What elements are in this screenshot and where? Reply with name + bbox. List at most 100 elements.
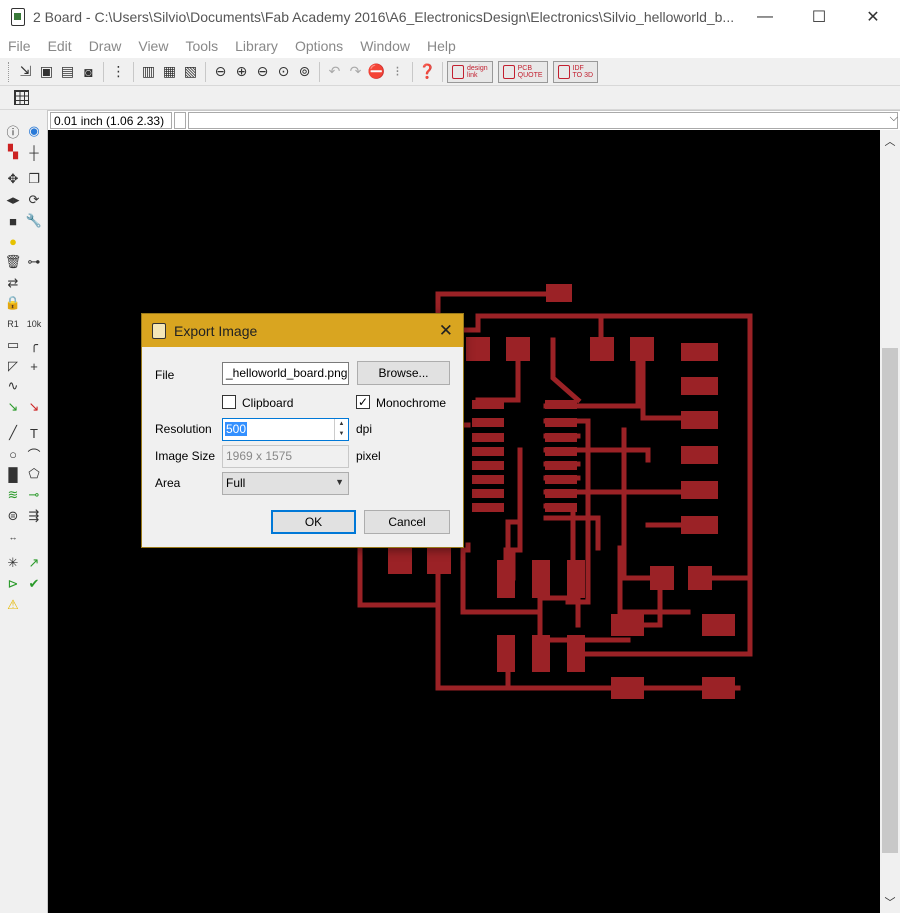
rect-icon[interactable]: █	[4, 465, 22, 483]
delete-icon[interactable]: 🗑	[4, 253, 22, 271]
menu-draw[interactable]: Draw	[81, 38, 131, 54]
mark-icon[interactable]: ┼	[25, 143, 43, 161]
ok-button[interactable]: OK	[271, 510, 356, 534]
pad	[466, 337, 490, 361]
change-icon[interactable]: 🔧	[25, 212, 43, 230]
area-select[interactable]: Full ▼	[222, 472, 349, 495]
arc-icon[interactable]: ⌒	[25, 445, 43, 463]
command-line-input[interactable]	[188, 112, 898, 129]
zoom-select-icon[interactable]: ⊚	[294, 61, 315, 82]
zoom-in-icon[interactable]: ⊕	[231, 61, 252, 82]
show-icon[interactable]: ◉	[25, 122, 43, 140]
meander-icon[interactable]: ∿	[4, 377, 22, 395]
script-icon[interactable]: ⋮	[108, 61, 129, 82]
go-icon[interactable]: ⁝	[387, 61, 408, 82]
optimize-icon[interactable]: +	[25, 357, 43, 375]
scroll-up-icon[interactable]: ︿	[880, 132, 900, 149]
dimension-icon[interactable]: ↔	[4, 528, 22, 546]
monochrome-checkbox[interactable]: ✓	[356, 395, 370, 409]
autorouter-icon[interactable]: ↗	[25, 554, 43, 572]
display-layers-icon[interactable]: ▚	[4, 143, 22, 161]
pad	[506, 337, 530, 361]
name-icon[interactable]: R1	[4, 315, 22, 333]
rotate-icon[interactable]: ⟳	[25, 191, 43, 209]
menu-file[interactable]: File	[0, 38, 40, 54]
smash-icon[interactable]: ▭	[4, 336, 22, 354]
dialog-title-bar[interactable]: Export Image ✕	[142, 314, 463, 347]
route-icon[interactable]: ↘	[4, 398, 22, 416]
board-switch-icon[interactable]: ▧	[180, 61, 201, 82]
print-icon[interactable]: ▤	[57, 61, 78, 82]
scrollbar-thumb[interactable]	[882, 348, 898, 853]
replace-icon[interactable]: ⇄	[4, 274, 22, 292]
menu-edit[interactable]: Edit	[40, 38, 81, 54]
resolution-unit: dpi	[356, 422, 373, 436]
text-icon[interactable]: T	[25, 424, 43, 442]
pad	[702, 677, 735, 699]
pad	[681, 377, 718, 395]
menu-tools[interactable]: Tools	[177, 38, 227, 54]
design-link-button[interactable]: design link	[447, 60, 493, 83]
toolbar-grip[interactable]	[8, 61, 11, 82]
resolution-spinbox[interactable]: 500 ▲ ▼	[222, 418, 349, 441]
value-icon[interactable]: 10k	[25, 315, 43, 333]
pad	[497, 635, 515, 672]
browse-button[interactable]: Browse...	[357, 361, 450, 385]
signal-icon[interactable]: ⊸	[25, 486, 43, 504]
open-icon[interactable]: ⇲	[15, 61, 36, 82]
close-button[interactable]: ✕	[846, 0, 900, 34]
redo-icon[interactable]: ↷	[345, 61, 366, 82]
add-icon[interactable]: ⊶	[25, 253, 43, 271]
menu-view[interactable]: View	[130, 38, 177, 54]
stop-icon[interactable]: ⛔	[366, 61, 387, 82]
maximize-button[interactable]: ☐	[792, 0, 846, 34]
circle-icon[interactable]: ○	[4, 445, 22, 463]
lock-icon[interactable]: 🔒	[4, 294, 22, 312]
paste-icon[interactable]: ●	[4, 232, 22, 250]
split-icon[interactable]: ◸	[4, 357, 22, 375]
idf-to-3d-button[interactable]: IDF TO 3D	[552, 60, 599, 83]
zoom-fit-icon[interactable]: ⊖	[210, 61, 231, 82]
ripup-icon[interactable]: ↘	[25, 398, 43, 416]
coordinate-mode-box[interactable]	[174, 112, 186, 129]
menu-library[interactable]: Library	[227, 38, 287, 54]
file-path-field[interactable]: _helloworld_board.png	[222, 362, 349, 385]
cancel-button[interactable]: Cancel	[364, 510, 450, 534]
hole-icon[interactable]: ⊜	[4, 507, 22, 525]
via-icon[interactable]: ≋	[4, 486, 22, 504]
wire-icon[interactable]: ╱	[4, 424, 22, 442]
undo-icon[interactable]: ↶	[324, 61, 345, 82]
zoom-redraw-icon[interactable]: ⊙	[273, 61, 294, 82]
chevron-down-icon[interactable]: ⌵	[890, 112, 898, 125]
cam-icon[interactable]: ◙	[78, 61, 99, 82]
spin-arrows-icon[interactable]: ▲ ▼	[334, 419, 348, 440]
minimize-button[interactable]: —	[738, 0, 792, 34]
scroll-down-icon[interactable]: ﹀	[880, 893, 900, 910]
schematic-switch-icon[interactable]: ▦	[159, 61, 180, 82]
erc-icon[interactable]: ✔	[25, 575, 43, 593]
grid-icon[interactable]	[14, 90, 29, 105]
drc-icon[interactable]: ⊳	[4, 575, 22, 593]
group-icon[interactable]: ■	[4, 212, 22, 230]
copy-icon[interactable]: ❐	[25, 170, 43, 188]
mirror-icon[interactable]: ◂▸	[4, 191, 22, 209]
menu-options[interactable]: Options	[287, 38, 352, 54]
attribute-icon[interactable]: ⇶	[25, 507, 43, 525]
save-icon[interactable]: ▣	[36, 61, 57, 82]
vertical-scrollbar[interactable]: ︿ ﹀	[880, 130, 900, 913]
pcb-quote-button[interactable]: PCB QUOTE	[497, 60, 548, 83]
zoom-out-icon[interactable]: ⊖	[252, 61, 273, 82]
dialog-close-icon[interactable]: ✕	[439, 321, 453, 341]
move-icon[interactable]: ✥	[4, 170, 22, 188]
menu-help[interactable]: Help	[419, 38, 465, 54]
menu-window[interactable]: Window	[352, 38, 419, 54]
clipboard-checkbox[interactable]	[222, 395, 236, 409]
miter-icon[interactable]: ╭	[25, 336, 43, 354]
errors-icon[interactable]: ⚠	[4, 596, 22, 614]
help-icon[interactable]: ❓	[417, 61, 438, 82]
run-ulp-icon[interactable]: ▥	[138, 61, 159, 82]
parameter-toolbar	[0, 86, 900, 110]
info-icon[interactable]: ⓘ	[4, 122, 22, 140]
polygon-icon[interactable]: ⬠	[25, 465, 43, 483]
ratsnest-icon[interactable]: ✳	[4, 554, 22, 572]
